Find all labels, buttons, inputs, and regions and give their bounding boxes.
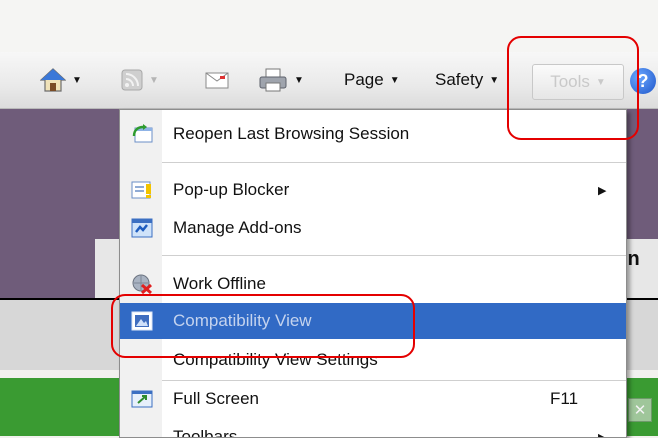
print-button[interactable]: ▼ xyxy=(258,52,304,108)
page-menu-label: Page xyxy=(344,70,384,90)
menu-item-label: Toolbars xyxy=(173,427,237,438)
feeds-dropdown-arrow[interactable]: ▼ xyxy=(149,75,159,86)
home-dropdown-arrow[interactable]: ▼ xyxy=(72,75,82,86)
printer-icon xyxy=(258,67,288,93)
menu-item-shortcut: F11 xyxy=(550,389,578,409)
home-button[interactable]: ▼ xyxy=(40,52,82,108)
tools-dropdown-menu: Reopen Last Browsing Session Pop-up Bloc… xyxy=(119,109,627,438)
menu-item-label: Manage Add-ons xyxy=(173,218,302,238)
page-side-band xyxy=(0,239,95,299)
menu-item-label: Full Screen xyxy=(173,389,259,409)
menu-item-label: Pop-up Blocker xyxy=(173,180,289,200)
reopen-session-icon xyxy=(131,124,153,144)
read-mail-button[interactable] xyxy=(205,52,229,108)
submenu-arrow-icon: ▶ xyxy=(598,184,606,197)
popup-blocker-icon xyxy=(131,180,153,200)
menu-item-label: Work Offline xyxy=(173,274,266,294)
menu-separator xyxy=(162,255,626,256)
page-dropdown-arrow: ▼ xyxy=(390,75,400,86)
page-menu-button[interactable]: Page ▼ xyxy=(344,52,400,108)
menu-item-toolbars[interactable]: Toolbars ▶ xyxy=(120,419,626,438)
tools-highlight-annotation xyxy=(507,36,639,140)
feeds-icon xyxy=(121,69,143,91)
menu-item-manage-addons[interactable]: Manage Add-ons xyxy=(120,210,626,246)
menu-separator xyxy=(162,162,626,163)
menu-item-popup-blocker[interactable]: Pop-up Blocker ▶ xyxy=(120,172,626,208)
safety-menu-button[interactable]: Safety ▼ xyxy=(435,52,499,108)
safety-menu-label: Safety xyxy=(435,70,483,90)
print-dropdown-arrow[interactable]: ▼ xyxy=(294,75,304,86)
home-icon xyxy=(40,67,66,93)
mail-icon xyxy=(205,70,229,90)
work-offline-icon xyxy=(131,274,153,294)
close-icon[interactable]: ✕ xyxy=(628,398,652,422)
menu-item-label: Reopen Last Browsing Session xyxy=(173,124,409,144)
full-screen-icon xyxy=(131,389,153,409)
menu-item-full-screen[interactable]: Full Screen F11 xyxy=(120,381,626,417)
safety-dropdown-arrow: ▼ xyxy=(489,75,499,86)
compatibility-view-highlight-annotation xyxy=(111,294,415,358)
feeds-button[interactable]: ▼ xyxy=(121,52,159,108)
manage-addons-icon xyxy=(131,218,153,238)
submenu-arrow-icon: ▶ xyxy=(598,431,606,438)
